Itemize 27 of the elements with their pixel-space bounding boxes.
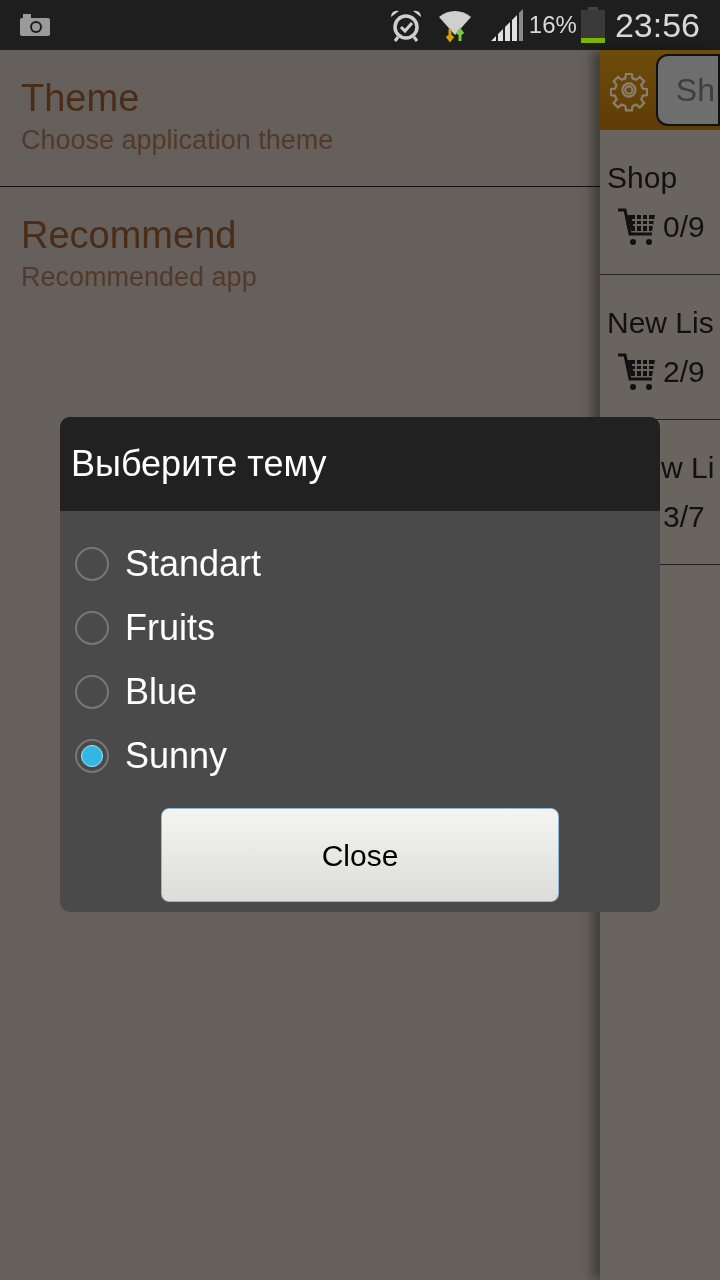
theme-option-label[interactable]: Sunny <box>125 729 228 783</box>
camera-icon <box>20 14 50 36</box>
setting-title: Theme <box>21 76 141 121</box>
list-count: 2/9 <box>663 354 705 390</box>
battery-icon <box>580 7 605 43</box>
list-name: w Li <box>660 450 716 486</box>
theme-option-label[interactable]: Fruits <box>125 601 215 655</box>
shopping-list-item[interactable]: Shop 0/9 <box>600 130 720 275</box>
radio-button[interactable] <box>75 611 109 645</box>
list-count: 0/9 <box>663 209 705 245</box>
list-count: 3/7 <box>663 499 705 535</box>
theme-option-label[interactable]: Blue <box>125 665 198 719</box>
close-button[interactable]: Close <box>161 808 559 902</box>
radio-button[interactable] <box>75 675 109 709</box>
dialog-title: Выберите тему <box>71 442 327 486</box>
list-name: New Lis <box>607 305 715 341</box>
alarm-clock-icon <box>388 8 423 42</box>
theme-option-label[interactable]: Standart <box>125 537 262 591</box>
list-name: Shop <box>607 160 679 196</box>
shopping-cart-icon <box>617 351 657 392</box>
battery-percentage: 16% <box>528 10 577 40</box>
shopping-cart-icon <box>617 206 657 247</box>
radio-button[interactable] <box>75 547 109 581</box>
radio-button[interactable] <box>75 739 109 773</box>
signal-icon <box>490 9 523 41</box>
clock-time: 23:56 <box>614 4 700 46</box>
setting-title: Recommend <box>21 213 238 258</box>
